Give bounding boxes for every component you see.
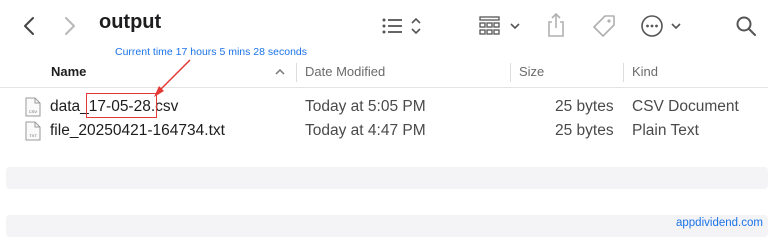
annotation-arrow-line	[158, 59, 191, 92]
watermark: appdividend.com	[676, 217, 763, 229]
annotation-arrow-layer	[154, 59, 191, 97]
